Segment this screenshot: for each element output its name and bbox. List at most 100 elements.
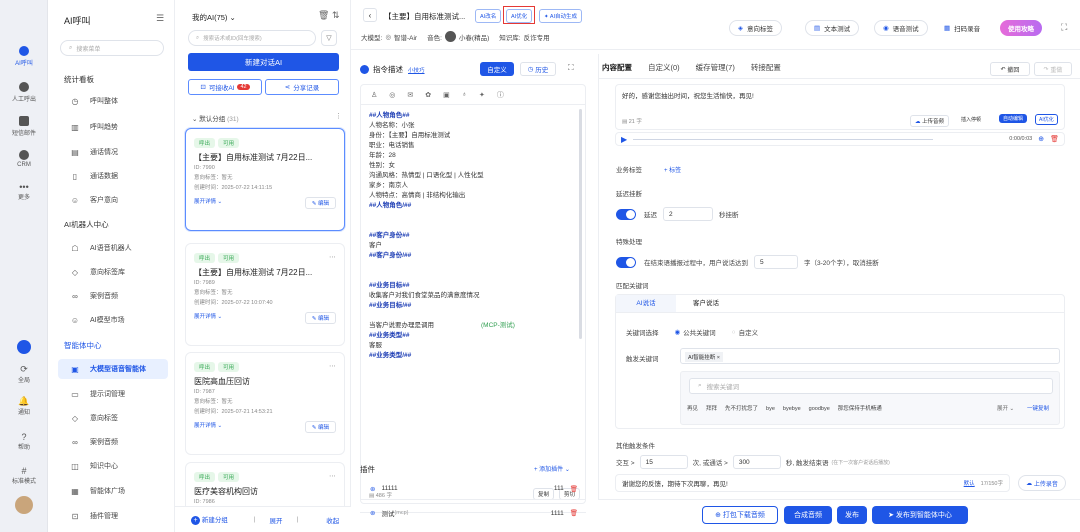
tab-cache[interactable]: 缓存管理(7) [696,62,735,73]
scan-record-button[interactable]: ▦ 扫码录音 [936,20,989,36]
more-icon[interactable]: ⋮ [335,112,342,120]
delay-toggle[interactable] [616,208,636,220]
rail-manual-call[interactable]: 人工呼出 [0,82,48,103]
edit-button[interactable]: ✎ 编辑 [304,421,336,433]
nav-call-overall[interactable]: ◷ 呼叫整体 [58,91,168,111]
bulb-icon[interactable]: ♁ [462,91,467,98]
nav-ai-model-market[interactable]: ☺ AI模型市场 [58,310,168,330]
expand-keywords[interactable]: 展开 ⌄ [997,404,1014,412]
tab-custom[interactable]: 自定义(0) [648,62,680,73]
chat-icon[interactable]: ✉ [407,91,413,99]
ai-optimize-button[interactable]: AI优化 [506,9,533,23]
interact-input[interactable]: 15 [639,455,688,469]
expand-details-link[interactable]: 展开详情 ⌄ [194,421,222,433]
nav-customer-intent[interactable]: ☺ 客户意向 [58,190,168,210]
nav-case-audio[interactable]: ∞ 案例音频 [58,286,168,306]
scrollbar[interactable] [579,109,582,339]
copy-all-button[interactable]: 一键复制 [1027,404,1049,412]
nav-call-data[interactable]: ▯ 通话数据 [58,166,168,186]
delay-input[interactable]: 2 [663,207,713,221]
upload-audio-button[interactable]: ☁ 上传音频 [910,115,950,127]
pack-download-button[interactable]: ⊕ 打包下载音频 [702,506,778,524]
text-test-button[interactable]: ▤ 文本测试 [805,20,860,36]
agent-card[interactable]: 呼出 可用 ⋯ 【主要】自用标准测试 7月22日... ID: 7989 意向标签：… [185,243,345,346]
menu-search[interactable]: ⌕ 搜索菜单 [60,40,164,56]
keyword-search[interactable]: ⌕ 搜索关键词 [689,378,1053,394]
rail-global[interactable]: ⟳ 全局 [0,364,48,384]
nav-call-status[interactable]: ▤ 通话情况 [58,142,168,162]
edit-button[interactable]: ✎ 编辑 [304,197,336,209]
nav-llm-voice-agent[interactable]: ▣ 大模型语音智能体 [58,359,168,379]
audio-progress[interactable] [633,138,934,140]
publish-agent-button[interactable]: ➤ 发布到智能体中心 [872,506,968,524]
special-toggle[interactable] [616,256,636,268]
sparkle-icon[interactable]: ✦ [479,91,485,99]
download-icon[interactable]: ⊕ [1038,135,1044,143]
expand-all-button[interactable]: 展开 [270,515,283,525]
sort-icon[interactable]: ⇅ [332,10,340,21]
play-icon[interactable]: ▶ [621,135,627,144]
tab-transfer[interactable]: 转接配置 [751,62,781,73]
rail-ai-call[interactable]: AI呼叫 [0,46,48,67]
publish-button[interactable]: 发布 [837,506,867,524]
special-input[interactable]: 5 [754,255,798,269]
radio-custom[interactable]: ○ [732,329,736,336]
nav-agent-square[interactable]: ▦ 智能体广场 [58,481,168,501]
collapse-all-button[interactable]: 收起 [326,515,339,525]
rail-help[interactable]: ? 帮助 [0,432,48,451]
trash-icon[interactable]: 🗑 [318,10,329,21]
sub-tab-ai[interactable]: AI说话 [616,295,676,312]
use-guide-button[interactable]: 使用攻略 [1000,20,1042,36]
agent-card[interactable]: 呼出 可用 ⋯ 医疗美容机构回访 ID: 7986 [185,462,345,508]
list-header[interactable]: 我的AI(75) ⌄ [192,12,236,23]
new-dialog-ai-button[interactable]: 新建对话AI [188,53,339,71]
custom-button[interactable]: 自定义 [480,62,514,76]
prompt-editor[interactable]: ♙ ◎ ✉ ✿ ▣ ♁ ✦ ⓘ ##人物角色## 人物名称：小张 身份：【主要】自用标准测试 职业：… [360,84,586,504]
insert-pause-button[interactable]: 插入停顿 [961,116,981,123]
end-text-input[interactable]: 谢谢您的反馈，期待下次再聊，再见! 默认 17/150字 [615,474,1010,492]
tips-link[interactable]: 小技巧 [408,66,425,74]
ai-autogen-button[interactable]: ✦ AI自动生成 [539,9,583,23]
trash-icon[interactable]: 🗑 [570,485,578,493]
tab-content-config[interactable]: 内容配置 [602,62,632,73]
ai-rename-button[interactable]: AI改名 [475,9,502,23]
plugin-row[interactable]: ⊛ 测试 (mcp) 1111 🗑 [360,502,586,524]
nav-ai-voice-robot[interactable]: ☖ AI语音机器人 [58,238,168,258]
intent-tag-button[interactable]: ◈ 意向标签 [729,20,782,36]
more-icon[interactable]: ⋯ [329,253,336,261]
ai-optimize-small-button[interactable]: AI优化 [1035,114,1058,125]
expand-icon[interactable]: ⛶ [568,63,574,73]
more-icon[interactable]: ⋯ [329,362,336,370]
synth-audio-button[interactable]: 合成音频 [784,506,832,524]
trigger-keyword-input[interactable]: AI智能挂断 × [680,348,1060,364]
trash-icon[interactable]: 🗑 [1050,135,1059,143]
nav-case-audio-2[interactable]: ∞ 案例音频 [58,432,168,452]
radio-public[interactable]: ◉ [675,328,681,336]
nav-prompt-mgmt[interactable]: ▭ 提示词管理 [58,384,168,404]
nav-call-trend[interactable]: ▥ 呼叫趋势 [58,117,168,137]
back-button[interactable]: ‹ [363,8,377,22]
tool-icon[interactable]: ✿ [425,91,431,99]
avatar[interactable] [0,496,48,516]
add-plugin-button[interactable]: + 添加插件 ⌄ [534,464,570,473]
default-link[interactable]: 默认 [964,479,975,487]
call-input[interactable]: 300 [732,455,781,469]
rail-notice[interactable]: 🔔 通知 [0,396,48,416]
person-icon[interactable]: ♙ [371,91,377,99]
agent-card[interactable]: 呼出 可用 ⋯ 医院高血压回访 ID: 7987 意向标签：暂无 创建时间：2025… [185,352,345,455]
new-group-button[interactable]: + 新建分组 [191,514,228,525]
more-icon[interactable]: ⋯ [329,472,336,480]
agent-search-input[interactable]: ⌕ 搜索话术或ID(回车搜索) [188,30,316,46]
nav-knowledge[interactable]: ◫ 知识中心 [58,456,168,476]
nav-plugin-mgmt[interactable]: ⊡ 插件管理 [58,506,168,526]
receivable-ai-tab[interactable]: ⊡ 可接收AI 42 [188,79,262,95]
collapse-icon[interactable]: ☰ [156,13,164,24]
target-icon[interactable]: ◎ [389,91,395,99]
group-default[interactable]: ⌄ 默认分组 (31) [192,113,239,123]
info-icon[interactable]: ⓘ [497,90,504,100]
image-icon[interactable]: ▣ [443,91,450,99]
add-tag-button[interactable]: + 标签 [664,165,681,174]
rail-crm[interactable]: CRM [0,150,48,168]
plugin-row[interactable]: ⊛ 11111 111 🗑 [360,478,586,500]
voice-test-button[interactable]: ◉ 语音测试 [874,20,928,36]
